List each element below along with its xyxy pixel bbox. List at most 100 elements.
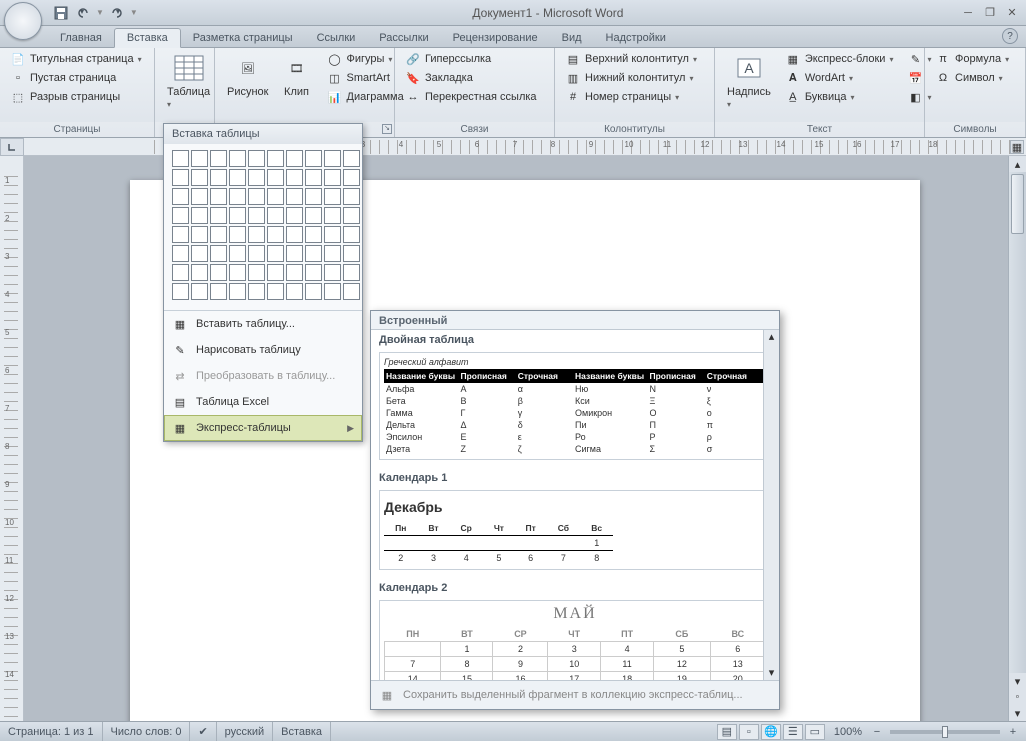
grid-cell[interactable]	[248, 169, 265, 186]
ruler-toggle[interactable]: ▦	[1010, 140, 1024, 154]
grid-cell[interactable]	[267, 188, 284, 205]
grid-cell[interactable]	[324, 150, 341, 167]
grid-cell[interactable]	[343, 283, 360, 300]
blank-page-button[interactable]: ▫Пустая страница	[6, 69, 146, 87]
grid-cell[interactable]	[191, 188, 208, 205]
grid-cell[interactable]	[210, 169, 227, 186]
grid-cell[interactable]	[267, 207, 284, 224]
grid-cell[interactable]	[343, 169, 360, 186]
pagenum-button[interactable]: #Номер страницы▾	[561, 88, 701, 106]
grid-cell[interactable]	[324, 264, 341, 281]
page-break-button[interactable]: ⬚Разрыв страницы	[6, 88, 146, 106]
grid-cell[interactable]	[210, 245, 227, 262]
picture-button[interactable]: 🖼Рисунок	[221, 50, 275, 100]
insert-table-item[interactable]: ▦Вставить таблицу...	[164, 311, 362, 337]
table-button[interactable]: Таблица▾	[161, 50, 216, 112]
zoom-in-button[interactable]: +	[1006, 726, 1020, 738]
tab-view[interactable]: Вид	[550, 29, 594, 47]
undo-button[interactable]	[74, 4, 92, 22]
grid-cell[interactable]	[248, 264, 265, 281]
grid-cell[interactable]	[172, 207, 189, 224]
tab-review[interactable]: Рецензирование	[441, 29, 550, 47]
grid-cell[interactable]	[210, 207, 227, 224]
grid-cell[interactable]	[343, 226, 360, 243]
grid-cell[interactable]	[191, 150, 208, 167]
grid-cell[interactable]	[172, 264, 189, 281]
grid-cell[interactable]	[305, 207, 322, 224]
view-full-screen[interactable]: ▫	[739, 724, 759, 740]
grid-cell[interactable]	[210, 283, 227, 300]
gallery-item-double[interactable]: Греческий алфавит Название буквыПрописна…	[379, 352, 771, 460]
grid-cell[interactable]	[191, 207, 208, 224]
crossref-button[interactable]: ↔Перекрестная ссылка	[401, 88, 541, 106]
grid-cell[interactable]	[267, 245, 284, 262]
grid-cell[interactable]	[210, 150, 227, 167]
grid-cell[interactable]	[324, 207, 341, 224]
grid-cell[interactable]	[286, 245, 303, 262]
grid-cell[interactable]	[324, 245, 341, 262]
grid-cell[interactable]	[305, 188, 322, 205]
bookmark-button[interactable]: 🔖Закладка	[401, 69, 541, 87]
grid-cell[interactable]	[267, 169, 284, 186]
grid-cell[interactable]	[172, 283, 189, 300]
grid-cell[interactable]	[172, 245, 189, 262]
grid-cell[interactable]	[343, 245, 360, 262]
next-page-button[interactable]: ▾	[1009, 705, 1026, 721]
prev-page-button[interactable]: ◦	[1009, 689, 1026, 705]
grid-cell[interactable]	[305, 169, 322, 186]
gallery-scrollbar[interactable]: ▴▾	[763, 330, 779, 680]
grid-cell[interactable]	[172, 226, 189, 243]
save-button[interactable]	[52, 4, 70, 22]
grid-cell[interactable]	[191, 264, 208, 281]
status-words[interactable]: Число слов: 0	[103, 722, 191, 741]
grid-cell[interactable]	[305, 150, 322, 167]
grid-cell[interactable]	[343, 188, 360, 205]
clip-button[interactable]: 🎞Клип	[275, 50, 319, 100]
scroll-thumb[interactable]	[1011, 174, 1024, 234]
minimize-button[interactable]: ─	[958, 5, 978, 21]
grid-cell[interactable]	[191, 226, 208, 243]
grid-cell[interactable]	[324, 188, 341, 205]
grid-cell[interactable]	[248, 188, 265, 205]
scroll-up-button[interactable]: ▴	[1009, 156, 1026, 172]
gallery-item-cal2[interactable]: МАЙ ПНВТСРЧТПТСБВС1234567891011121314151…	[379, 600, 771, 680]
grid-cell[interactable]	[172, 169, 189, 186]
zoom-slider[interactable]	[890, 730, 1000, 734]
zoom-level[interactable]: 100%	[826, 722, 870, 741]
grid-cell[interactable]	[248, 283, 265, 300]
grid-cell[interactable]	[248, 226, 265, 243]
grid-cell[interactable]	[286, 150, 303, 167]
grid-cell[interactable]	[229, 207, 246, 224]
grid-cell[interactable]	[229, 283, 246, 300]
tab-layout[interactable]: Разметка страницы	[181, 29, 305, 47]
grid-cell[interactable]	[248, 150, 265, 167]
grid-cell[interactable]	[229, 150, 246, 167]
vertical-ruler[interactable]: 1234567891011121314	[0, 156, 24, 721]
view-draft[interactable]: ▭	[805, 724, 825, 740]
quickparts-button[interactable]: ▦Экспресс-блоки▾	[781, 50, 898, 68]
grid-cell[interactable]	[286, 188, 303, 205]
tab-insert[interactable]: Вставка	[114, 28, 181, 48]
grid-cell[interactable]	[210, 264, 227, 281]
grid-cell[interactable]	[210, 188, 227, 205]
grid-cell[interactable]	[229, 264, 246, 281]
status-page[interactable]: Страница: 1 из 1	[0, 722, 103, 741]
grid-cell[interactable]	[229, 245, 246, 262]
redo-button[interactable]	[108, 4, 126, 22]
scroll-down-button[interactable]: ▾	[1009, 673, 1026, 689]
grid-cell[interactable]	[191, 245, 208, 262]
header-button[interactable]: ▤Верхний колонтитул▾	[561, 50, 701, 68]
dialog-launcher[interactable]: ↘	[382, 124, 392, 134]
wordart-button[interactable]: 𝐀WordArt▾	[781, 69, 898, 87]
grid-cell[interactable]	[248, 207, 265, 224]
quick-tables-item[interactable]: ▦Экспресс-таблицы▶	[164, 415, 362, 441]
grid-cell[interactable]	[172, 188, 189, 205]
view-web[interactable]: 🌐	[761, 724, 781, 740]
grid-cell[interactable]	[305, 245, 322, 262]
grid-cell[interactable]	[286, 226, 303, 243]
zoom-out-button[interactable]: −	[870, 726, 884, 738]
status-mode[interactable]: Вставка	[273, 722, 331, 741]
grid-cell[interactable]	[267, 226, 284, 243]
close-button[interactable]: ✕	[1002, 5, 1022, 21]
tab-addins[interactable]: Надстройки	[594, 29, 678, 47]
